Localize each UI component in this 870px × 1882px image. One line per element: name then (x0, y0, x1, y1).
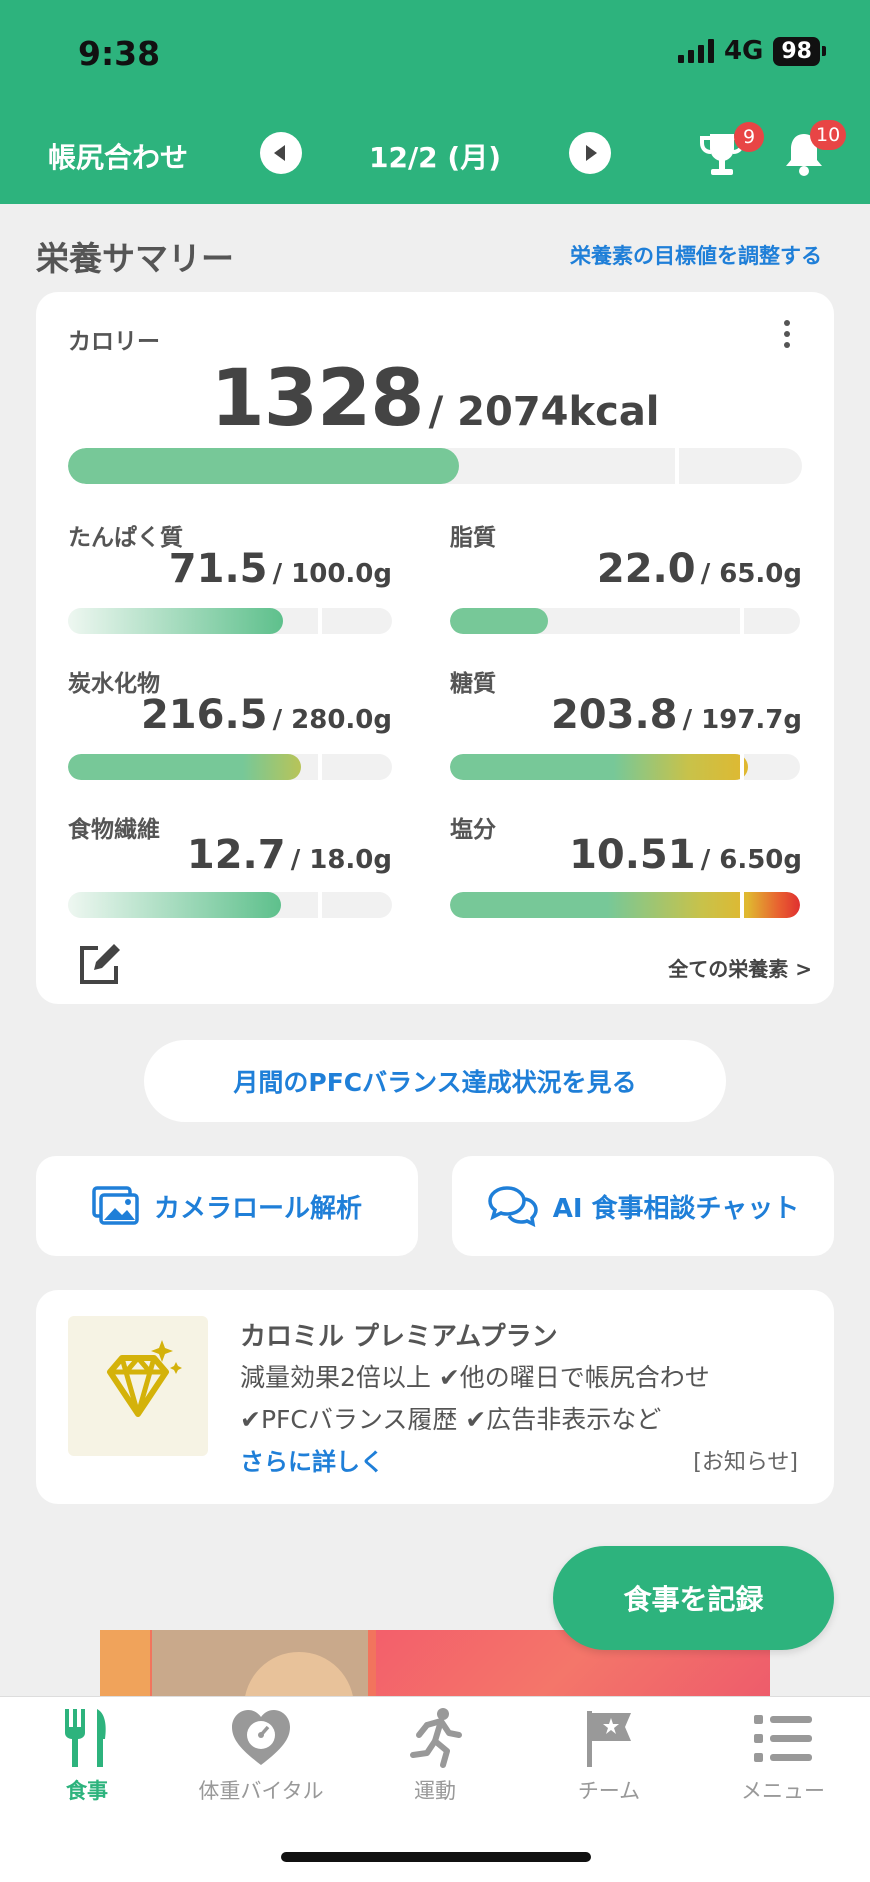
calorie-target-tick (675, 448, 679, 484)
nutrient-value-carbs: 216.5 / 280.0g (140, 692, 392, 738)
diamond-icon (68, 1316, 208, 1456)
trophy-button[interactable]: 9 (698, 122, 764, 184)
pfc-balance-button[interactable]: 月間のPFCバランス達成状況を見る (144, 1040, 726, 1122)
signal-icon (677, 39, 714, 63)
ad-person-image (244, 1652, 354, 1696)
next-day-button[interactable] (569, 132, 611, 174)
nutrient-value-salt: 10.51 / 6.50g (569, 832, 802, 878)
nutrition-summary-card: カロリー 1328 / 2074kcal たんぱく質 71.5 / 100.0g… (36, 292, 834, 1004)
calorie-progress-fill (68, 448, 459, 484)
all-nutrients-link[interactable]: 全ての栄養素 > (668, 953, 812, 982)
nutrient-bar-salt (450, 892, 800, 918)
menu-list-icon (754, 1715, 812, 1762)
promo-title: カロミル プレミアムプラン (240, 1322, 558, 1352)
nutrient-bar-fiber (68, 892, 392, 918)
network-label: 4G (723, 36, 764, 66)
tab-weight-vital[interactable]: 体重バイタル (174, 1707, 348, 1805)
chat-bubbles-icon (487, 1186, 538, 1227)
camera-roll-button[interactable]: カメラロール解析 (36, 1156, 418, 1256)
status-time: 9:38 (78, 34, 161, 73)
nutrient-bar-sugar (450, 754, 800, 780)
chevron-right-icon (586, 145, 597, 161)
adjust-targets-link[interactable]: 栄養素の目標値を調整する (570, 240, 822, 270)
section-title: 栄養サマリー (36, 239, 234, 278)
tab-meal-label: 食事 (66, 1779, 108, 1803)
premium-promo-card[interactable]: カロミル プレミアムプラン 減量効果2倍以上 ✔他の曜日で帳尻合わせ ✔PFCバ… (36, 1290, 834, 1504)
prev-day-button[interactable] (260, 132, 302, 174)
notification-button[interactable]: 10 (782, 120, 847, 182)
nutrient-bar-protein (68, 608, 392, 634)
tab-weight-vital-label: 体重バイタル (198, 1779, 324, 1803)
nutrient-bar-fat (450, 608, 800, 634)
calorie-label: カロリー (68, 329, 160, 355)
camera-roll-label: カメラロール解析 (153, 1193, 362, 1224)
runner-icon (410, 1708, 462, 1768)
tab-menu-label: メニュー (741, 1779, 825, 1803)
promo-info-tag: [お知らせ] (693, 1450, 798, 1475)
calorie-value-row: 1328 / 2074kcal (36, 354, 834, 444)
nutrient-label-fat: 脂質 (450, 525, 496, 551)
edit-icon[interactable] (76, 942, 122, 992)
ai-chat-label: AI 食事相談チャット (552, 1193, 800, 1224)
tab-team[interactable]: チーム (522, 1707, 696, 1805)
nutrient-value-fat: 22.0 / 65.0g (596, 546, 802, 592)
promo-more-link[interactable]: さらに詳しく (240, 1442, 384, 1477)
trophy-badge: 9 (734, 122, 764, 152)
nutrient-value-protein: 71.5 / 100.0g (168, 546, 392, 592)
tab-team-label: チーム (577, 1779, 641, 1803)
battery-icon: 98 (773, 36, 820, 66)
nutrient-label-protein: たんぱく質 (68, 525, 183, 551)
fork-knife-icon (65, 1709, 106, 1767)
nutrient-label-salt: 塩分 (450, 817, 496, 843)
nutrient-label-fiber: 食物繊維 (68, 817, 160, 843)
heart-scale-icon (232, 1710, 290, 1765)
battery-tip (822, 46, 826, 56)
ai-chat-button[interactable]: AI 食事相談チャット (452, 1156, 834, 1256)
calorie-progress-bar (68, 448, 802, 484)
chevron-left-icon (274, 145, 285, 161)
promo-line-1: 減量効果2倍以上 ✔他の曜日で帳尻合わせ (240, 1363, 710, 1392)
status-bar: 9:38 4G 98 (0, 0, 870, 100)
tab-exercise-label: 運動 (414, 1779, 456, 1803)
tab-meal[interactable]: 食事 (0, 1707, 174, 1805)
nutrient-label-sugar: 糖質 (450, 671, 496, 697)
record-meal-button[interactable]: 食事を記録 (553, 1546, 834, 1650)
tab-menu[interactable]: メニュー (696, 1707, 870, 1805)
nutrient-value-sugar: 203.8 / 197.7g (550, 692, 802, 738)
flag-icon (587, 1711, 631, 1767)
home-indicator (281, 1852, 591, 1862)
status-indicators: 4G 98 (677, 36, 826, 66)
nutrient-value-fiber: 12.7 / 18.0g (186, 832, 392, 878)
promo-line-2: ✔PFCバランス履歴 ✔広告非表示など (240, 1405, 662, 1434)
notification-badge: 10 (810, 120, 847, 150)
photo-gallery-icon (92, 1186, 139, 1225)
tab-exercise[interactable]: 運動 (348, 1707, 522, 1805)
nutrient-bar-carbs (68, 754, 392, 780)
calorie-target: / 2074kcal (428, 389, 660, 435)
more-options-icon[interactable] (784, 320, 790, 348)
calorie-value: 1328 (210, 354, 424, 444)
